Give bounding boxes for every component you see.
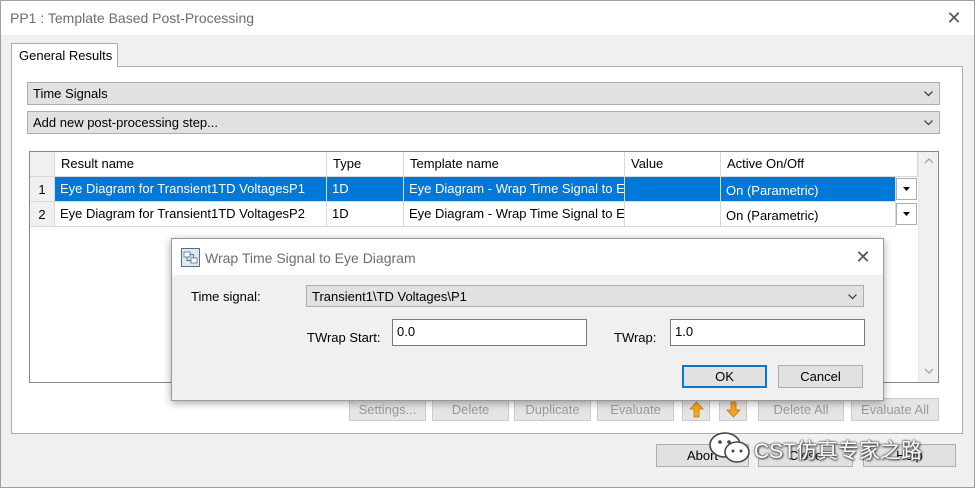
cell-value[interactable] [625, 177, 721, 202]
wechat-icon [709, 432, 750, 463]
column-header-type[interactable]: Type [327, 152, 404, 177]
active-dropdown-button[interactable] [896, 178, 917, 200]
window-title: PP1 : Template Based Post-Processing [10, 10, 255, 26]
delete-all-button[interactable]: Delete All [758, 398, 844, 421]
column-header-active[interactable]: Active On/Off [721, 152, 918, 177]
close-icon[interactable]: ✕ [941, 6, 967, 30]
column-header-result-name[interactable]: Result name [55, 152, 327, 177]
cancel-button[interactable]: Cancel [778, 365, 863, 388]
vertical-scrollbar[interactable] [918, 152, 938, 382]
row-number[interactable]: 2 [30, 202, 55, 227]
delete-button[interactable]: Delete [432, 398, 509, 421]
step-value: Add new post-processing step... [33, 115, 218, 130]
title-bar: PP1 : Template Based Post-Processing ✕ [1, 1, 974, 35]
twrap-label: TWrap: [614, 330, 657, 345]
evaluate-all-button[interactable]: Evaluate All [851, 398, 939, 421]
active-dropdown-button[interactable] [896, 203, 917, 225]
cell-result-name[interactable]: Eye Diagram for Transient1TD VoltagesP2 [55, 202, 327, 227]
cell-active[interactable]: On (Parametric) [721, 177, 896, 202]
cell-template-name[interactable]: Eye Diagram - Wrap Time Signal to Eye Di… [404, 202, 625, 227]
time-signal-combo[interactable]: Transient1\TD Voltages\P1 [306, 285, 864, 307]
cell-result-name[interactable]: Eye Diagram for Transient1TD VoltagesP1 [55, 177, 327, 202]
post-processing-step-combo[interactable]: Add new post-processing step... [27, 111, 940, 134]
twrap-input[interactable]: 1.0 [670, 319, 865, 346]
tab-general-results[interactable]: General Results [11, 43, 118, 67]
cell-value[interactable] [625, 202, 721, 227]
cell-active[interactable]: On (Parametric) [721, 202, 896, 227]
cell-type[interactable]: 1D [327, 177, 404, 202]
close-icon[interactable]: ✕ [852, 247, 874, 269]
template-icon [181, 248, 200, 267]
duplicate-button[interactable]: Duplicate [514, 398, 591, 421]
result-type-value: Time Signals [33, 86, 108, 101]
move-up-button[interactable] [682, 398, 710, 421]
column-header-value[interactable]: Value [625, 152, 721, 177]
ok-button[interactable]: OK [682, 365, 767, 388]
cell-type[interactable]: 1D [327, 202, 404, 227]
twrap-start-input[interactable]: 0.0 [392, 319, 587, 346]
twrap-start-label: TWrap Start: [307, 330, 381, 345]
time-signal-label: Time signal: [191, 289, 261, 304]
move-down-button[interactable] [719, 398, 747, 421]
cell-template-name[interactable]: Eye Diagram - Wrap Time Signal to Eye Di… [404, 177, 625, 202]
wrap-time-signal-dialog: Wrap Time Signal to Eye Diagram ✕ Time s… [171, 238, 884, 401]
time-signal-value: Transient1\TD Voltages\P1 [312, 289, 467, 304]
evaluate-button[interactable]: Evaluate [597, 398, 674, 421]
watermark-text: CST仿真专家之路 [754, 440, 922, 463]
settings-button[interactable]: Settings... [349, 398, 426, 421]
row-number[interactable]: 1 [30, 177, 55, 202]
dialog-title: Wrap Time Signal to Eye Diagram [205, 250, 416, 266]
dropdown-arrow-icon [903, 187, 910, 191]
arrow-up-icon [689, 401, 704, 418]
table-corner [30, 152, 55, 177]
dropdown-arrow-icon [903, 212, 910, 216]
dialog-title-bar: Wrap Time Signal to Eye Diagram ✕ [172, 239, 883, 275]
scroll-down-icon[interactable] [924, 368, 934, 374]
tab-label: General Results [19, 48, 113, 63]
result-type-combo[interactable]: Time Signals [27, 82, 940, 105]
scroll-up-icon[interactable] [924, 158, 934, 164]
chevron-down-icon [924, 120, 933, 126]
chevron-down-icon [848, 294, 857, 300]
chevron-down-icon [924, 91, 933, 97]
column-header-template-name[interactable]: Template name [404, 152, 625, 177]
arrow-down-icon [726, 401, 741, 418]
